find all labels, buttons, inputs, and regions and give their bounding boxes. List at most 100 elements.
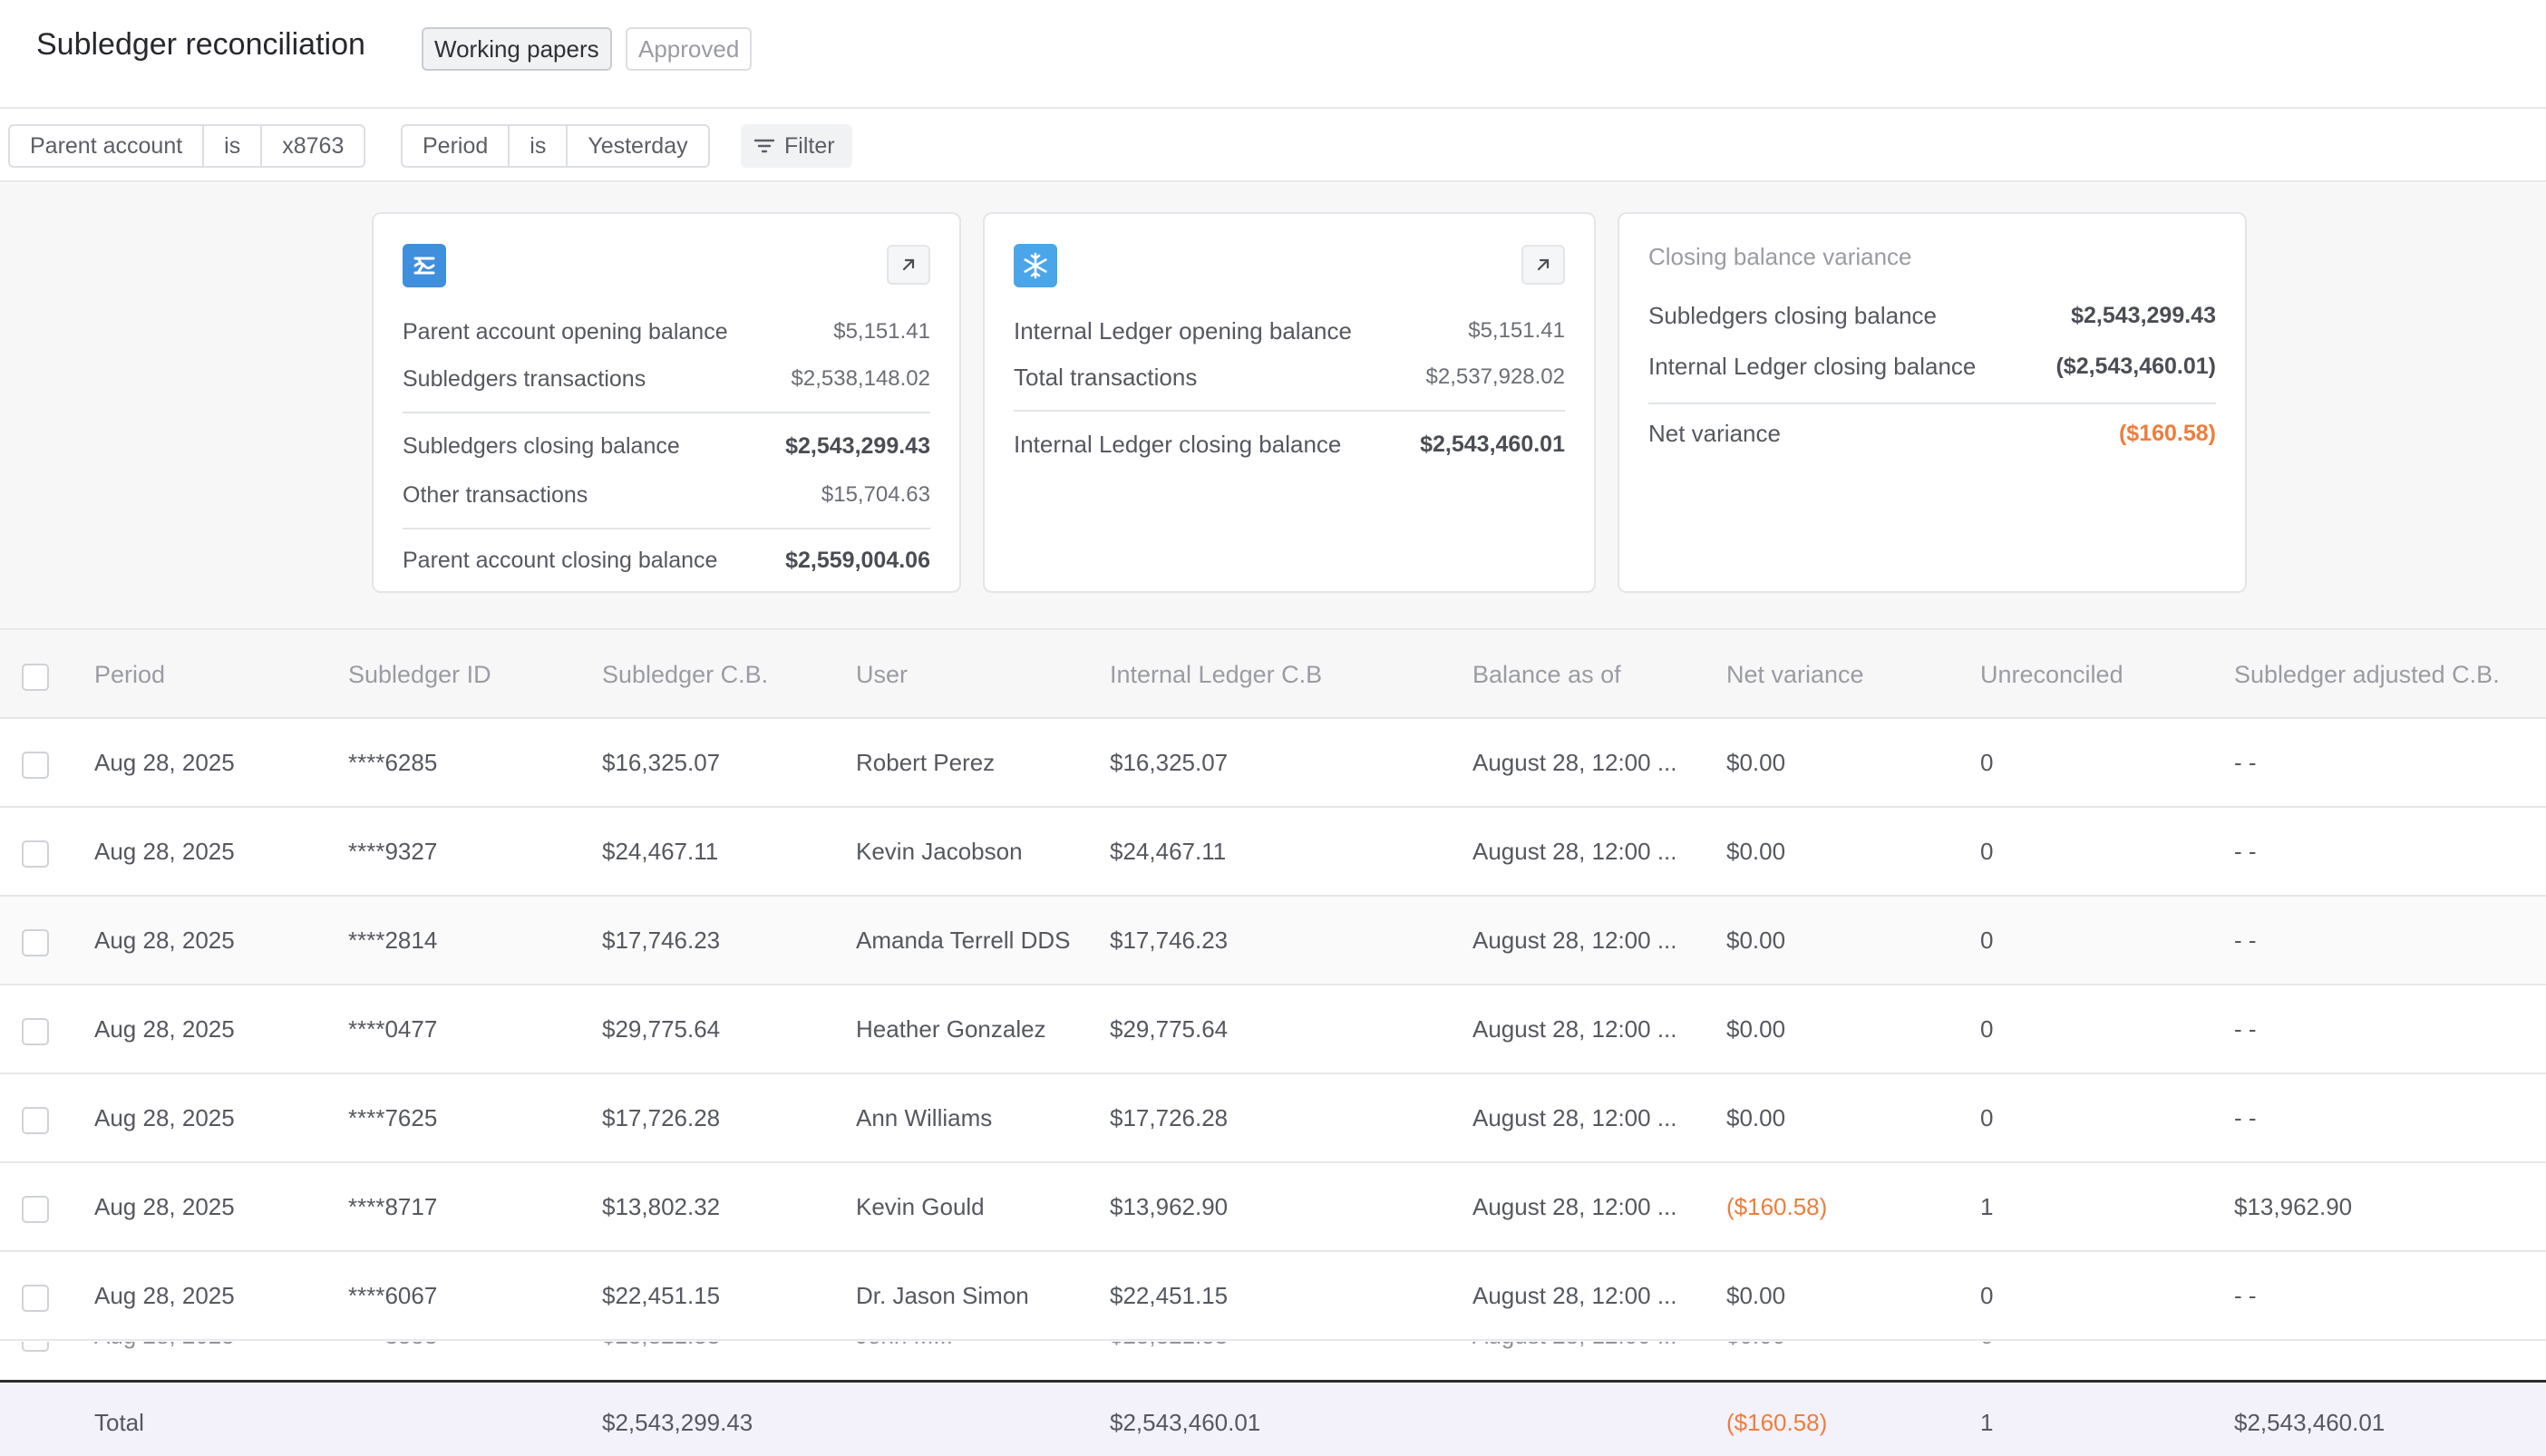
filter-chip-parent-account[interactable]: Parent account is x8763 bbox=[8, 124, 366, 168]
row-value: $5,151.41 bbox=[1468, 318, 1565, 343]
add-filter-button[interactable]: Filter bbox=[741, 124, 852, 168]
row-label: Net variance bbox=[1648, 419, 1781, 447]
cell-unreconciled: 0 bbox=[1980, 927, 1994, 954]
total-label: Total bbox=[94, 1409, 144, 1436]
cell-internal-ledger-cb: $29,775.64 bbox=[1110, 1015, 1229, 1043]
cell-internal-ledger-cb: $13,962.90 bbox=[1110, 1193, 1229, 1220]
card-row: Other transactions $15,704.63 bbox=[403, 477, 930, 513]
filter-operator[interactable]: is bbox=[510, 126, 568, 166]
total-internal-ledger-cb: $2,543,460.01 bbox=[1110, 1409, 1261, 1436]
row-checkbox[interactable] bbox=[22, 1285, 49, 1312]
column-header-subledger-cb[interactable]: Subledger C.B. bbox=[602, 631, 768, 719]
row-label: Subledgers closing balance bbox=[1648, 301, 1937, 329]
card-row: Internal Ledger opening balance $5,151.4… bbox=[1014, 313, 1565, 349]
cell-balance-as-of: August 28, 12:00 ... bbox=[1472, 1104, 1677, 1131]
open-link-icon[interactable] bbox=[887, 245, 930, 285]
cell-internal-ledger-cb: $17,726.28 bbox=[1110, 1104, 1229, 1131]
column-header-unreconciled[interactable]: Unreconciled bbox=[1980, 631, 2123, 719]
cell-subledger-cb: $13,802.32 bbox=[602, 1193, 721, 1220]
cell-net-variance: $0.00 bbox=[1726, 1015, 1786, 1043]
row-label: Internal Ledger closing balance bbox=[1648, 352, 1977, 380]
cell-subledger-id: ****9327 bbox=[348, 838, 438, 865]
cell-period: Aug 28, 2025 bbox=[94, 1282, 235, 1309]
table-row[interactable]: Aug 28, 2025 ****0477 $29,775.64 Heather… bbox=[0, 985, 2546, 1074]
cell-net-variance: $0.00 bbox=[1726, 1104, 1786, 1131]
summary-cards: Parent account opening balance $5,151.41… bbox=[0, 183, 2546, 630]
total-adjusted-cb: $2,543,460.01 bbox=[2234, 1409, 2386, 1436]
column-header-user[interactable]: User bbox=[856, 631, 1092, 719]
filter-field[interactable]: Period bbox=[403, 126, 510, 166]
total-net-variance: ($160.58) bbox=[1726, 1409, 1828, 1436]
table-total-row: Total $2,543,299.43 $2,543,460.01 ($160.… bbox=[0, 1380, 2546, 1456]
table-row[interactable]: Aug 28, 2025 ****8717 $13,802.32 Kevin G… bbox=[0, 1163, 2546, 1252]
table-row[interactable]: Aug 28, 2025 ****7625 $17,726.28 Ann Wil… bbox=[0, 1074, 2546, 1163]
row-label: Total transactions bbox=[1014, 363, 1198, 391]
column-header-period[interactable]: Period bbox=[94, 631, 165, 719]
open-link-icon[interactable] bbox=[1521, 245, 1565, 285]
filter-field[interactable]: Parent account bbox=[10, 126, 205, 166]
internal-ledger-card: Internal Ledger opening balance $5,151.4… bbox=[983, 212, 1596, 593]
cell-subledger-id: ****3553 bbox=[348, 1342, 437, 1365]
row-value: $15,704.63 bbox=[821, 482, 930, 507]
cell-user: Amanda Terrell DDS bbox=[856, 927, 1071, 954]
row-checkbox[interactable] bbox=[22, 929, 49, 956]
cell-adjusted-cb: $13,962.90 bbox=[2234, 1193, 2353, 1220]
row-checkbox[interactable] bbox=[22, 1342, 49, 1352]
filter-icon bbox=[753, 139, 775, 153]
row-label: Subledgers closing balance bbox=[403, 432, 680, 459]
cell-user: Kevin Gould bbox=[856, 1193, 985, 1220]
table-header: Period Subledger ID Subledger C.B. User … bbox=[0, 631, 2546, 719]
parent-account-card: Parent account opening balance $5,151.41… bbox=[372, 212, 961, 593]
tab-approved[interactable]: Approved bbox=[626, 27, 753, 71]
cell-net-variance: $0.00 bbox=[1726, 1342, 1785, 1365]
cell-adjusted-cb: - - bbox=[2234, 1104, 2257, 1131]
divider bbox=[403, 528, 930, 529]
cell-internal-ledger-cb: $17,746.23 bbox=[1110, 927, 1229, 954]
cell-net-variance: $0.00 bbox=[1726, 927, 1786, 954]
filter-value[interactable]: Yesterday bbox=[568, 126, 707, 166]
row-label: Subledgers transactions bbox=[403, 365, 646, 392]
column-header-net-variance[interactable]: Net variance bbox=[1726, 631, 1864, 719]
table-row[interactable]: Aug 28, 2025 ****6285 $16,325.07 Robert … bbox=[0, 719, 2546, 808]
card-row: Total transactions $2,537,928.02 bbox=[1014, 359, 1565, 395]
tab-working-papers[interactable]: Working papers bbox=[422, 27, 612, 71]
row-checkbox[interactable] bbox=[22, 1018, 49, 1045]
table-row[interactable]: Aug 28, 2025 ****6067 $22,451.15 Dr. Jas… bbox=[0, 1252, 2546, 1341]
cell-net-variance: $0.00 bbox=[1726, 749, 1786, 776]
card-row: Internal Ledger closing balance $2,543,4… bbox=[1014, 426, 1565, 462]
column-header-adjusted-cb[interactable]: Subledger adjusted C.B. bbox=[2234, 631, 2500, 719]
table-row[interactable]: Aug 28, 2025 ****3553 $25,321.53 John M.… bbox=[0, 1342, 2546, 1365]
row-checkbox[interactable] bbox=[22, 840, 49, 868]
table-row[interactable]: Aug 28, 2025 ****2814 $17,746.23 Amanda … bbox=[0, 897, 2546, 985]
subledger-logo-icon bbox=[403, 244, 446, 287]
cell-subledger-id: ****0477 bbox=[348, 1015, 438, 1043]
divider bbox=[403, 412, 930, 413]
column-header-internal-ledger-cb[interactable]: Internal Ledger C.B bbox=[1110, 631, 1322, 719]
cell-subledger-cb: $16,325.07 bbox=[602, 749, 721, 776]
cell-unreconciled: 0 bbox=[1980, 1104, 1994, 1131]
row-checkbox[interactable] bbox=[22, 1107, 49, 1134]
cell-adjusted-cb: - - bbox=[2234, 838, 2257, 865]
cell-period: Aug 28, 2025 bbox=[94, 1342, 235, 1365]
cell-internal-ledger-cb: $25,321.53 bbox=[1110, 1342, 1228, 1365]
row-checkbox[interactable] bbox=[22, 1196, 49, 1223]
column-header-subledger-id[interactable]: Subledger ID bbox=[348, 631, 491, 719]
filter-operator[interactable]: is bbox=[204, 126, 263, 166]
row-value: $2,543,299.43 bbox=[785, 432, 930, 459]
filter-value[interactable]: x8763 bbox=[262, 126, 364, 166]
cell-net-variance: $0.00 bbox=[1726, 1282, 1786, 1309]
page-header: Subledger reconciliation Working papers … bbox=[0, 0, 2546, 109]
cell-net-variance: ($160.58) bbox=[1726, 1193, 1828, 1220]
cell-internal-ledger-cb: $16,325.07 bbox=[1110, 749, 1229, 776]
row-checkbox[interactable] bbox=[22, 752, 49, 779]
filter-chip-period[interactable]: Period is Yesterday bbox=[401, 124, 710, 168]
closing-variance-card: Closing balance variance Subledgers clos… bbox=[1618, 212, 2247, 593]
cell-user: John M... bbox=[856, 1342, 1092, 1365]
cell-subledger-id: ****8717 bbox=[348, 1193, 438, 1220]
table-row[interactable]: Aug 28, 2025 ****9327 $24,467.11 Kevin J… bbox=[0, 808, 2546, 897]
cell-balance-as-of: August 28, 12:00 ... bbox=[1472, 838, 1677, 865]
select-all-checkbox[interactable] bbox=[22, 664, 49, 691]
cell-adjusted-cb: - - bbox=[2234, 927, 2257, 954]
column-header-balance-as-of[interactable]: Balance as of bbox=[1472, 631, 1690, 719]
cell-subledger-id: ****6067 bbox=[348, 1282, 438, 1309]
